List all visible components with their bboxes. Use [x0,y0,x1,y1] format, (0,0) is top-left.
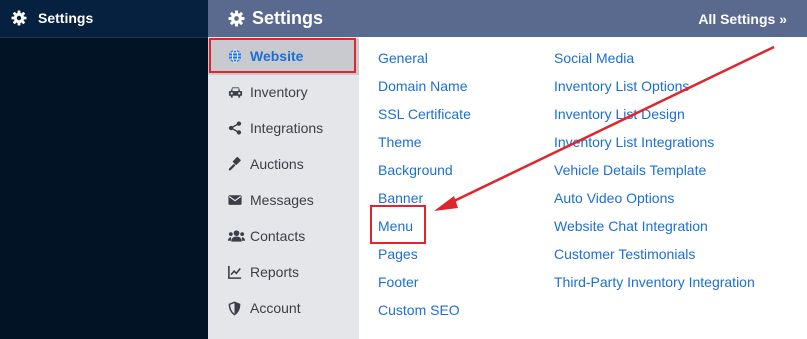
link-inventory-list-design[interactable]: Inventory List Design [554,106,685,122]
shield-icon [228,301,244,317]
sidebar-item-label: Auctions [250,156,304,172]
website-highlight-box [209,38,356,73]
sidebar-item-label: Reports [250,264,300,280]
left-nav: Settings [0,0,208,339]
sidebar-item-label: Messages [250,192,314,208]
sidebar-item-label: Contacts [250,228,306,244]
link-footer[interactable]: Footer [378,274,418,290]
link-background[interactable]: Background [378,162,453,178]
gear-icon [228,10,245,27]
link-vehicle-details-template[interactable]: Vehicle Details Template [554,162,706,178]
link-banner[interactable]: Banner [378,190,423,206]
envelope-icon [228,193,244,209]
page-title: Settings [252,8,324,28]
sidebar-item-contacts[interactable]: Contacts [208,219,359,255]
link-custom-seo[interactable]: Custom SEO [378,302,460,318]
link-inventory-list-integrations[interactable]: Inventory List Integrations [554,134,714,150]
link-third-party-inventory-integration[interactable]: Third-Party Inventory Integration [554,274,755,290]
link-pages[interactable]: Pages [378,246,418,262]
left-nav-settings-label: Settings [38,10,94,26]
gavel-icon [228,157,244,173]
sidebar-item-reports[interactable]: Reports [208,255,359,291]
link-theme[interactable]: Theme [378,134,422,150]
menu-highlight-box [370,205,426,244]
all-settings-link[interactable]: All Settings » [698,11,787,27]
link-social-media[interactable]: Social Media [554,50,634,66]
sidebar-item-label: Integrations [250,120,324,136]
car-icon [228,85,244,101]
link-ssl-certificate[interactable]: SSL Certificate [378,106,471,122]
sidebar-item-inventory[interactable]: Inventory [208,75,359,111]
page-header: Settings All Settings » [208,0,807,37]
chart-line-icon [228,265,244,281]
link-customer-testimonials[interactable]: Customer Testimonials [554,246,695,262]
sidebar-item-label: Account [250,300,301,316]
sidebar-item-integrations[interactable]: Integrations [208,111,359,147]
sidebar-item-label: Inventory [250,84,308,100]
link-inventory-list-options[interactable]: Inventory List Options [554,78,689,94]
link-website-chat-integration[interactable]: Website Chat Integration [554,218,708,234]
users-icon [228,229,245,245]
sidebar-item-auctions[interactable]: Auctions [208,147,359,183]
sidebar-item-account[interactable]: Account [208,291,359,327]
share-icon [228,121,244,137]
link-auto-video-options[interactable]: Auto Video Options [554,190,674,206]
gear-icon [11,10,27,26]
link-domain-name[interactable]: Domain Name [378,78,467,94]
left-nav-settings[interactable]: Settings [0,0,208,38]
settings-sidebar: Website Inventory Integrations Auctions … [208,37,359,339]
sidebar-item-messages[interactable]: Messages [208,183,359,219]
link-general[interactable]: General [378,50,428,66]
